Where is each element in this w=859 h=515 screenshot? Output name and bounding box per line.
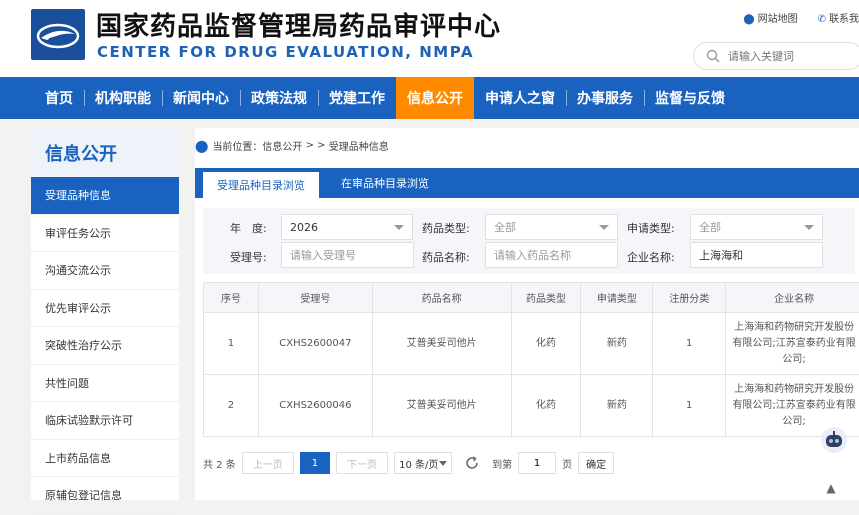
- top-links: ⬤网站地图 ✆联系我: [743, 10, 859, 25]
- apply-type-label: 申请类型:: [627, 220, 675, 236]
- nav-policy[interactable]: 政策法规: [240, 77, 318, 119]
- goto-confirm-button[interactable]: 确定: [578, 452, 614, 474]
- year-label: 年 度:: [230, 220, 267, 236]
- sidebar-item-common-issues[interactable]: 共性问题: [31, 365, 179, 403]
- nav-functions[interactable]: 机构职能: [84, 77, 162, 119]
- page-button-current[interactable]: 1: [300, 452, 330, 474]
- accept-no-label: 受理号:: [230, 249, 267, 265]
- chevron-down-icon: [804, 225, 814, 230]
- search-box[interactable]: [693, 42, 859, 70]
- drug-type-label: 药品类型:: [422, 220, 470, 236]
- sidebar-item-communication[interactable]: 沟通交流公示: [31, 252, 179, 290]
- col-company: 企业名称: [726, 283, 859, 313]
- company-input[interactable]: [690, 242, 823, 268]
- refresh-icon[interactable]: [464, 455, 480, 471]
- prev-page-button[interactable]: 上一页: [242, 452, 294, 474]
- next-page-button[interactable]: 下一页: [336, 452, 388, 474]
- nmpa-logo[interactable]: [31, 9, 85, 60]
- page-unit-label: 页: [562, 456, 572, 471]
- nav-info-public[interactable]: 信息公开: [396, 77, 474, 119]
- page-size-select[interactable]: 10 条/页: [394, 452, 452, 474]
- table-header-row: 序号 受理号 药品名称 药品类型 申请类型 注册分类 企业名称: [204, 283, 859, 313]
- search-icon[interactable]: [706, 49, 720, 63]
- sidebar: 信息公开 受理品种信息 审评任务公示 沟通交流公示 优先审评公示 突破性治疗公示…: [31, 128, 179, 500]
- main-content: ⬤ 当前位置：信息公开 > > 受理品种信息 受理品种目录浏览 在审品种目录浏览…: [195, 128, 859, 500]
- tab-in-review-catalog[interactable]: 在审品种目录浏览: [319, 168, 451, 198]
- drug-name-input[interactable]: [485, 242, 618, 268]
- contact-link[interactable]: ✆联系我: [818, 10, 859, 25]
- sidebar-title: 信息公开: [31, 128, 179, 177]
- year-select[interactable]: 2026: [281, 214, 413, 240]
- total-count: 共 2 条: [203, 456, 236, 471]
- sidebar-item-priority-review[interactable]: 优先审评公示: [31, 290, 179, 328]
- chevron-down-icon: [599, 225, 609, 230]
- sidebar-item-breakthrough[interactable]: 突破性治疗公示: [31, 327, 179, 365]
- breadcrumb: ⬤ 当前位置：信息公开 > > 受理品种信息: [195, 138, 389, 153]
- col-index: 序号: [204, 283, 259, 313]
- drug-name-label: 药品名称:: [422, 249, 470, 265]
- main-nav: 首页 机构职能 新闻中心 政策法规 党建工作 信息公开 申请人之窗 办事服务 监…: [0, 77, 859, 119]
- site-header: 国家药品监督管理局药品审评中心 CENTER FOR DRUG EVALUATI…: [0, 0, 859, 77]
- location-pin-icon: ⬤: [743, 14, 754, 25]
- col-apply-type: 申请类型: [581, 283, 653, 313]
- nav-news[interactable]: 新闻中心: [162, 77, 240, 119]
- site-title-en: CENTER FOR DRUG EVALUATION, NMPA: [97, 43, 474, 61]
- company-label: 企业名称:: [627, 249, 675, 265]
- apply-type-select[interactable]: 全部: [690, 214, 823, 240]
- accept-no-input[interactable]: [281, 242, 414, 268]
- goto-label: 到第: [492, 456, 512, 471]
- site-map-link[interactable]: ⬤网站地图: [743, 10, 797, 25]
- col-drug-type: 药品类型: [511, 283, 581, 313]
- sidebar-item-clinical-trial[interactable]: 临床试验默示许可: [31, 402, 179, 440]
- results-table: 序号 受理号 药品名称 药品类型 申请类型 注册分类 企业名称 1 CXHS26…: [203, 282, 859, 437]
- chatbot-robot-icon[interactable]: [821, 427, 847, 453]
- col-reg-class: 注册分类: [653, 283, 726, 313]
- sidebar-item-accepted-drugs[interactable]: 受理品种信息: [31, 177, 179, 215]
- sidebar-item-excipient-registration[interactable]: 原辅包登记信息: [31, 477, 179, 515]
- table-row[interactable]: 2 CXHS2600046 艾普美妥司他片 化药 新药 1 上海海和药物研究开发…: [204, 375, 859, 437]
- search-input[interactable]: [728, 50, 848, 63]
- nav-feedback[interactable]: 监督与反馈: [644, 77, 736, 119]
- location-pin-icon: ⬤: [195, 139, 208, 153]
- col-drug-name: 药品名称: [372, 283, 511, 313]
- chevron-down-icon: [439, 461, 447, 466]
- filter-panel: 年 度: 2026 药品类型: 全部 申请类型: 全部 受理号: 药品名称: 企…: [203, 208, 855, 274]
- table-row[interactable]: 1 CXHS2600047 艾普美妥司他片 化药 新药 1 上海海和药物研究开发…: [204, 313, 859, 375]
- goto-page-input[interactable]: [518, 452, 556, 474]
- breadcrumb-current[interactable]: 受理品种信息: [329, 138, 389, 153]
- pagination: 共 2 条 上一页 1 下一页 10 条/页 到第 页 确定: [203, 452, 614, 474]
- nav-party[interactable]: 党建工作: [318, 77, 396, 119]
- sidebar-item-marketed-drugs[interactable]: 上市药品信息: [31, 440, 179, 478]
- chevron-down-icon: [394, 225, 404, 230]
- phone-icon: ✆: [818, 14, 826, 25]
- back-to-top-icon[interactable]: ▲: [821, 478, 841, 498]
- tab-accepted-catalog[interactable]: 受理品种目录浏览: [203, 170, 319, 198]
- tab-bar: 受理品种目录浏览 在审品种目录浏览: [195, 168, 859, 198]
- drug-type-select[interactable]: 全部: [485, 214, 618, 240]
- sidebar-item-review-tasks[interactable]: 审评任务公示: [31, 215, 179, 253]
- nav-service[interactable]: 办事服务: [566, 77, 644, 119]
- nav-applicant[interactable]: 申请人之窗: [474, 77, 566, 119]
- col-accept-no: 受理号: [258, 283, 372, 313]
- nav-home[interactable]: 首页: [34, 77, 84, 119]
- site-title-cn: 国家药品监督管理局药品审评中心: [96, 6, 501, 43]
